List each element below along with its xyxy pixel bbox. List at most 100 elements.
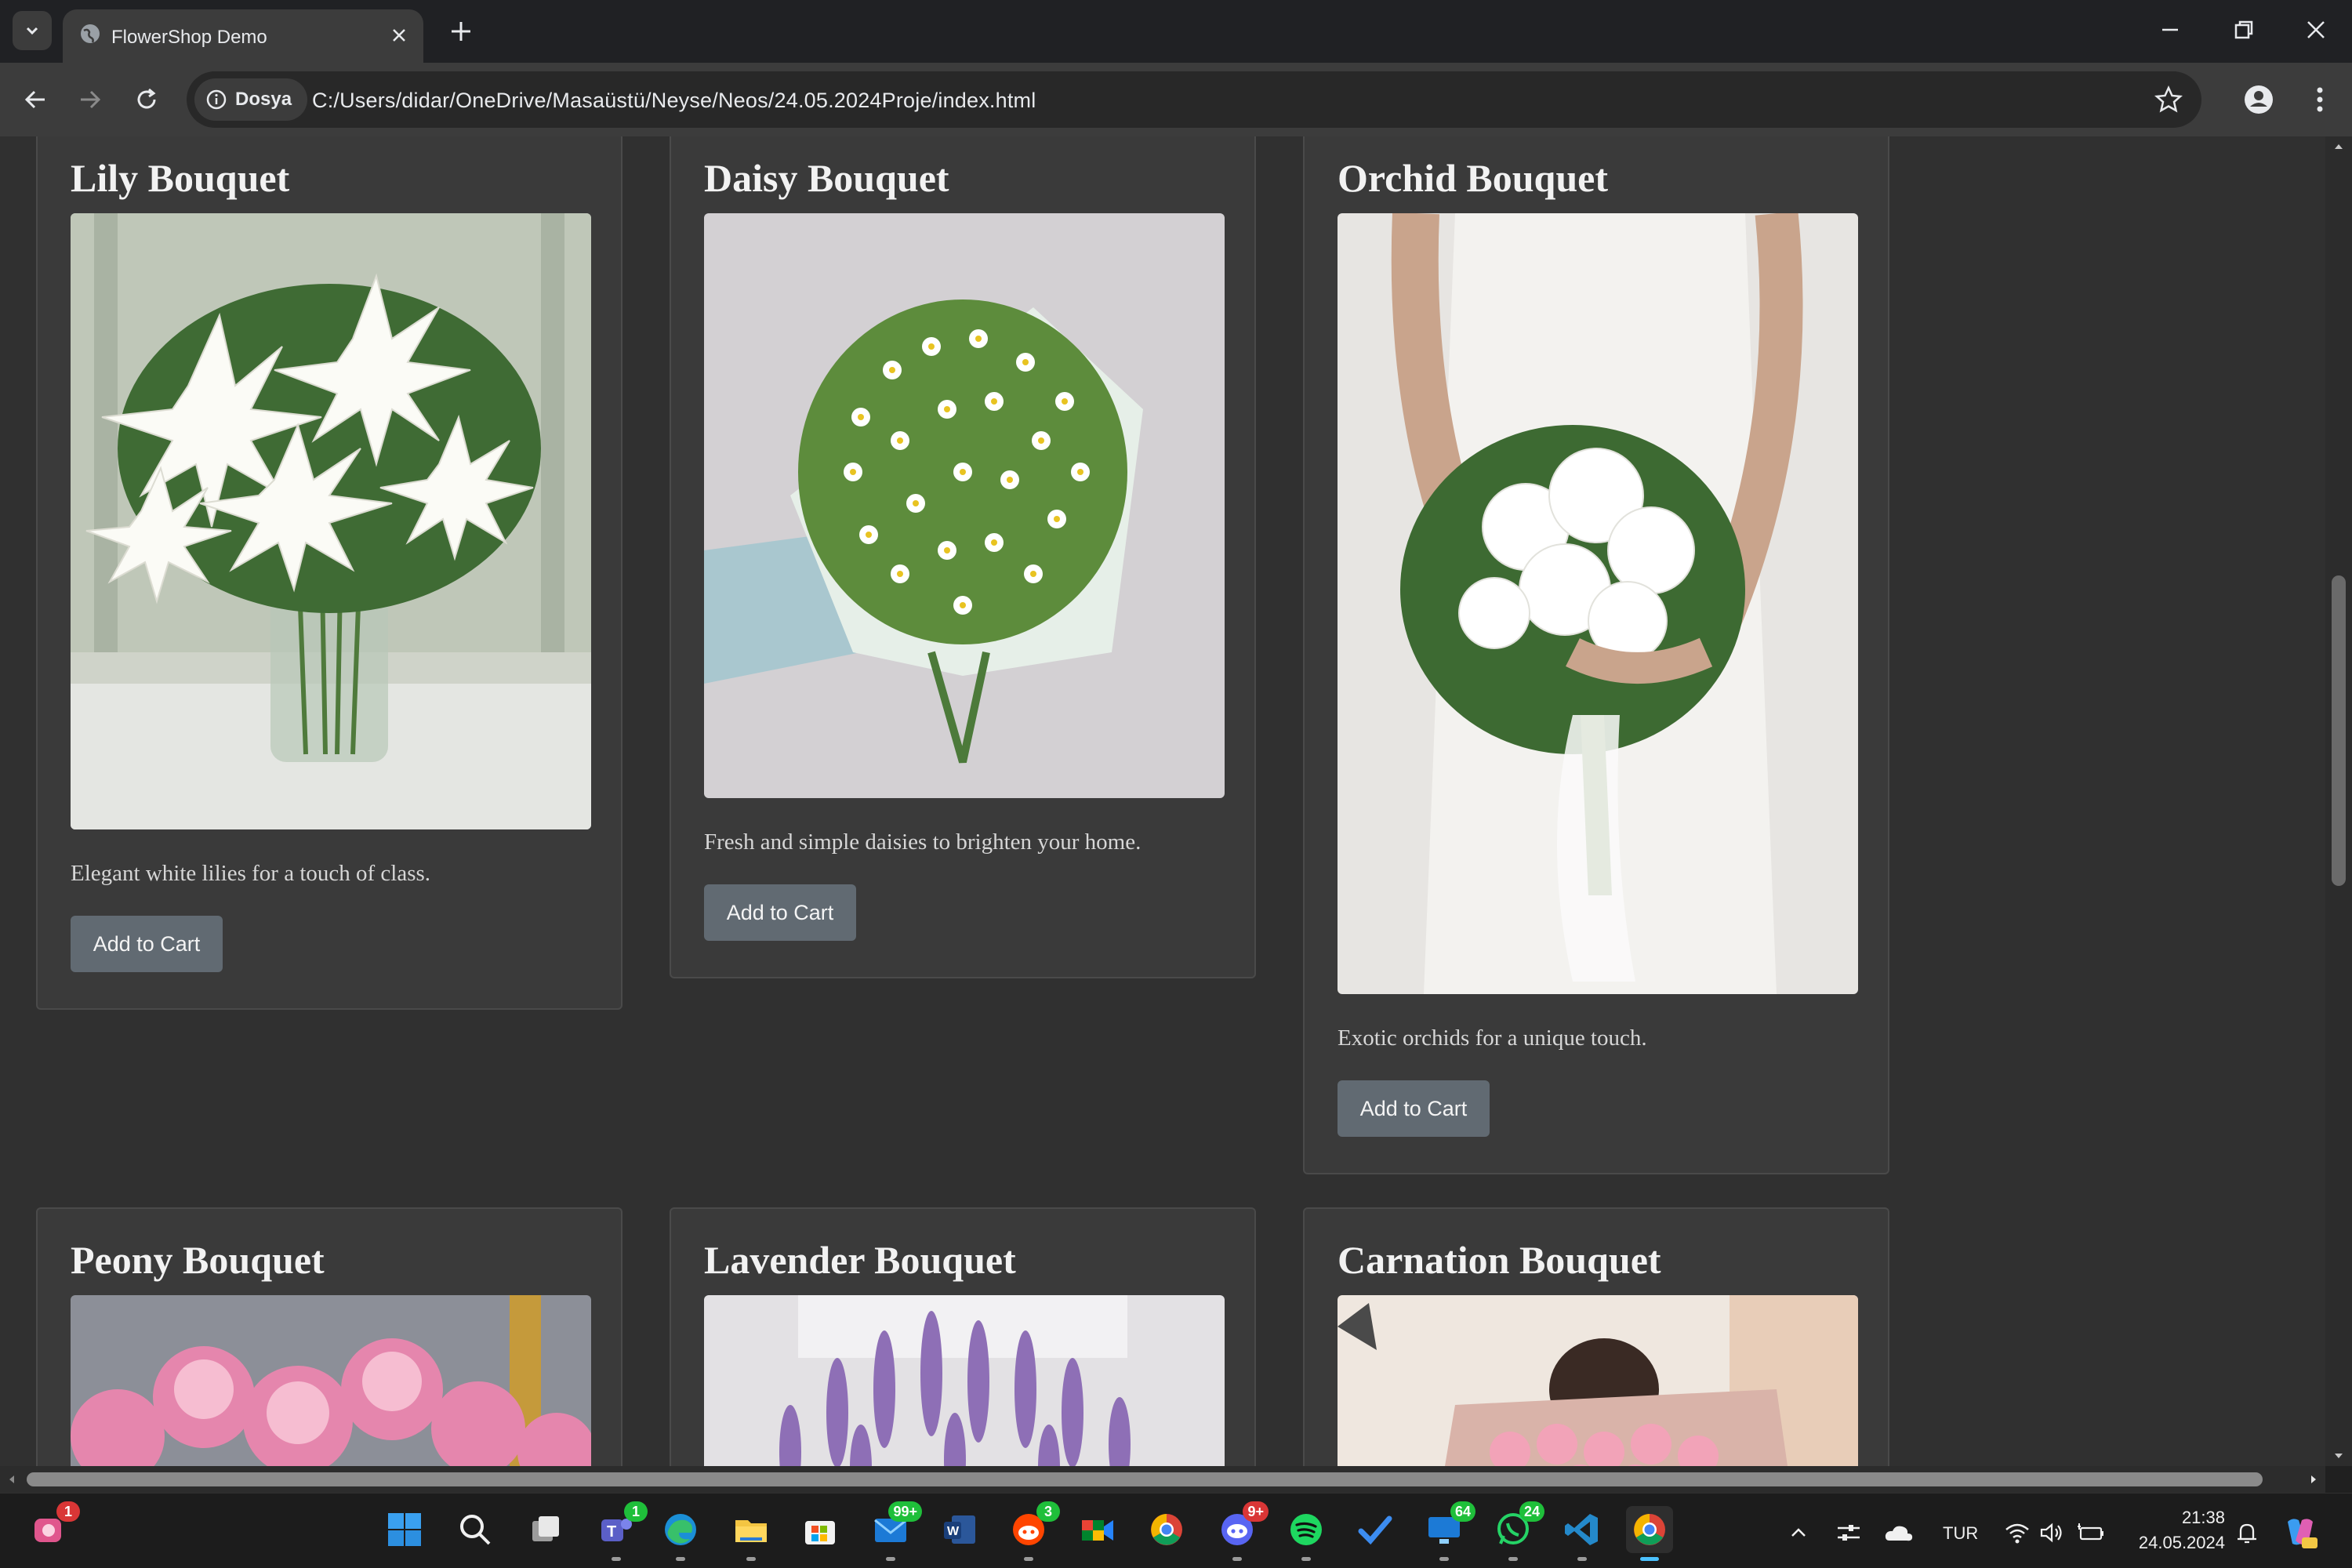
lily-bouquet-image (71, 213, 591, 829)
word-app[interactable]: W (936, 1506, 983, 1553)
browser-tab-strip: FlowerShop Demo (0, 0, 2352, 63)
running-indicator (886, 1557, 895, 1561)
spotify-icon (1290, 1514, 1322, 1545)
whatsapp-app[interactable]: 24 (1490, 1501, 1544, 1561)
sliders-icon[interactable] (1835, 1519, 1863, 1547)
running-indicator (746, 1557, 756, 1561)
discord-badge: 9+ (1243, 1501, 1269, 1522)
start-button[interactable] (381, 1506, 428, 1553)
carnation-bouquet-image (1338, 1295, 1858, 1466)
search-button[interactable] (452, 1506, 499, 1553)
reload-button[interactable] (127, 80, 166, 119)
product-description: Fresh and simple daisies to brighten you… (704, 829, 1142, 855)
edge-app[interactable] (657, 1506, 704, 1561)
teams-app[interactable]: T 1 (593, 1501, 648, 1561)
running-indicator (1024, 1557, 1033, 1561)
clock-time: 21:38 (2181, 1508, 2225, 1527)
word-icon: W (944, 1515, 975, 1544)
horizontal-scroll-thumb[interactable] (27, 1472, 2263, 1486)
forward-button[interactable] (71, 80, 110, 119)
mail-badge: 99+ (888, 1501, 922, 1522)
close-tab-icon[interactable] (386, 22, 412, 49)
mail-app[interactable]: 99+ (867, 1501, 922, 1561)
store-app[interactable] (797, 1506, 844, 1553)
new-tab-icon[interactable] (444, 14, 478, 49)
product-title: Carnation Bouquet (1338, 1238, 1661, 1282)
chevron-up-icon[interactable] (1786, 1520, 1811, 1545)
running-indicator (1508, 1557, 1518, 1561)
search-icon (460, 1515, 491, 1545)
site-info-chip[interactable]: Dosya (194, 78, 308, 121)
restore-icon[interactable] (2228, 14, 2259, 45)
bookmark-star-icon[interactable] (2153, 84, 2184, 115)
peony-bouquet-image (71, 1295, 591, 1466)
vertical-scrollbar[interactable] (2325, 136, 2352, 1466)
info-icon (206, 89, 227, 110)
vertical-scroll-thumb[interactable] (2332, 575, 2346, 886)
scroll-right-icon[interactable] (2308, 1474, 2319, 1485)
store-icon (805, 1521, 835, 1544)
clock[interactable]: 21:38 24.05.2024 (2126, 1504, 2225, 1559)
discord-app[interactable]: 9+ (1214, 1501, 1269, 1561)
file-explorer-app[interactable] (728, 1506, 775, 1561)
daisy-bouquet-image (704, 213, 1225, 798)
notification-bell-icon[interactable] (2233, 1519, 2261, 1547)
language-indicator[interactable]: TUR (1943, 1523, 1978, 1544)
chrome-app[interactable] (1143, 1506, 1190, 1553)
remote-app[interactable]: 64 (1421, 1501, 1475, 1561)
battery-icon[interactable] (2076, 1520, 2106, 1545)
teams-badge: 1 (624, 1501, 648, 1522)
arrow-right-icon (81, 90, 101, 109)
product-card-lily: Lily Bouquet Elegant white lilies for a … (36, 136, 622, 1010)
widgets-button[interactable]: 1 (25, 1501, 80, 1553)
reload-icon (137, 88, 156, 109)
product-title: Peony Bouquet (71, 1238, 325, 1282)
spotify-app[interactable] (1283, 1506, 1330, 1561)
running-indicator (612, 1557, 621, 1561)
vscode-icon (1565, 1514, 1598, 1545)
wifi-icon[interactable] (2004, 1520, 2031, 1545)
reddit-badge: 3 (1036, 1501, 1060, 1522)
more-menu-icon[interactable] (2300, 80, 2339, 119)
vscode-app[interactable] (1559, 1506, 1606, 1561)
onedrive-cloud-icon[interactable] (1883, 1520, 1915, 1545)
minimize-icon[interactable] (2154, 14, 2186, 45)
add-to-cart-button[interactable]: Add to Cart (71, 916, 223, 972)
reddit-app[interactable]: 3 (1005, 1501, 1060, 1561)
todo-app[interactable] (1352, 1506, 1399, 1553)
running-indicator (1301, 1557, 1311, 1561)
back-button[interactable] (16, 80, 55, 119)
folder-icon (735, 1520, 767, 1542)
url-text[interactable]: C:/Users/didar/OneDrive/Masaüstü/Neyse/N… (312, 89, 1036, 113)
product-title: Daisy Bouquet (704, 156, 949, 200)
windows-start-icon (388, 1513, 421, 1546)
lavender-bouquet-image (704, 1295, 1225, 1466)
chrome-active-app[interactable] (1626, 1506, 1673, 1561)
horizontal-scrollbar[interactable] (0, 1466, 2325, 1493)
address-bar[interactable]: Dosya C:/Users/didar/OneDrive/Masaüstü/N… (187, 71, 2201, 128)
add-to-cart-button[interactable]: Add to Cart (1338, 1080, 1490, 1137)
arrow-left-icon (24, 90, 45, 109)
globe-icon (81, 24, 100, 43)
product-description: Elegant white lilies for a touch of clas… (71, 861, 431, 886)
active-indicator (1640, 1557, 1659, 1561)
tab-search-button[interactable] (13, 11, 52, 50)
volume-icon[interactable] (2038, 1520, 2065, 1545)
windows-taskbar: 1 T 1 99+ W 3 9+ 64 24 TUR 21:38 24.05.2… (0, 1493, 2352, 1568)
task-view-button[interactable] (522, 1506, 569, 1553)
product-title: Lily Bouquet (71, 156, 290, 200)
running-indicator (1577, 1557, 1587, 1561)
profile-icon[interactable] (2239, 80, 2278, 119)
widgets-badge: 1 (56, 1501, 80, 1522)
scroll-up-icon[interactable] (2333, 141, 2344, 152)
add-to-cart-button[interactable]: Add to Cart (704, 884, 856, 941)
scroll-left-icon[interactable] (6, 1474, 17, 1485)
remote-app-badge: 64 (1450, 1501, 1475, 1522)
orchid-bouquet-image (1338, 213, 1858, 994)
close-window-icon[interactable] (2300, 14, 2332, 45)
meet-app[interactable] (1074, 1506, 1121, 1553)
copilot-icon[interactable] (2281, 1515, 2319, 1550)
video-call-icon (1082, 1520, 1113, 1541)
browser-tab[interactable]: FlowerShop Demo (63, 9, 423, 63)
scroll-down-icon[interactable] (2333, 1450, 2344, 1461)
